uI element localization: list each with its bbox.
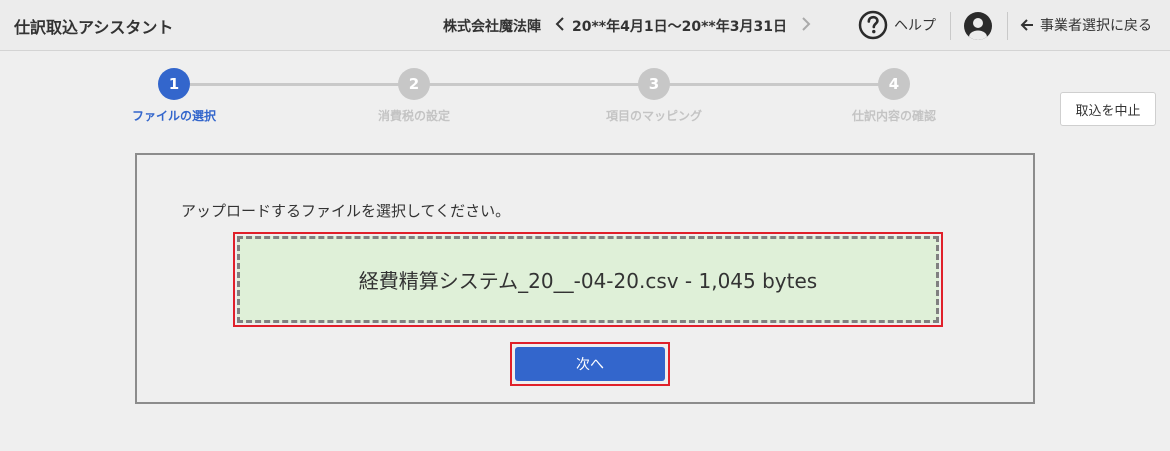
step-3-circle: 3 [638,68,670,100]
next-button[interactable]: 次へ [515,347,665,381]
step-2-label: 消費税の設定 [377,109,450,123]
upload-panel: アップロードするファイルを選択してください。 経費精算システム_20__-04-… [135,153,1035,404]
user-circle-icon [964,12,992,40]
chevron-left-icon [555,17,564,31]
company-name: 株式会社魔法陣 [443,19,541,35]
step-4-label: 仕訳内容の確認 [851,109,936,123]
step-connector [190,83,880,86]
selected-file-info: 経費精算システム_20__-04-20.csv - 1,045 bytes [358,269,818,293]
abort-import-button[interactable]: 取込を中止 [1060,92,1156,126]
fiscal-period: 20**年4月1日〜20**年3月31日 [572,19,787,35]
file-drop-zone[interactable]: 経費精算システム_20__-04-20.csv - 1,045 bytes [237,236,939,323]
period-next-button[interactable] [797,13,815,35]
step-1-label: ファイルの選択 [131,109,216,123]
header-divider [950,12,951,40]
upload-instruction: アップロードするファイルを選択してください。 [181,202,511,220]
chevron-right-icon [802,17,811,31]
app-title: 仕訳取込アシスタント [14,18,174,37]
arrow-left-icon [1020,19,1033,31]
app-header: 仕訳取込アシスタント 株式会社魔法陣 20**年4月1日〜20**年3月31日 … [0,0,1170,51]
question-circle-icon [858,10,888,40]
step-3-label: 項目のマッピング [605,109,702,123]
step-1-circle: 1 [158,68,190,100]
step-2-circle: 2 [398,68,430,100]
header-divider [1007,12,1008,40]
next-button-highlight: 次へ [510,342,670,386]
back-label: 事業者選択に戻る [1040,18,1152,34]
user-menu-button[interactable] [963,11,993,41]
help-button[interactable]: ヘルプ [858,10,936,40]
drop-zone-highlight: 経費精算システム_20__-04-20.csv - 1,045 bytes [233,232,943,327]
help-label: ヘルプ [894,18,936,34]
back-to-business-select[interactable]: 事業者選択に戻る [1020,14,1152,36]
period-prev-button[interactable] [551,13,569,35]
step-4-circle: 4 [878,68,910,100]
